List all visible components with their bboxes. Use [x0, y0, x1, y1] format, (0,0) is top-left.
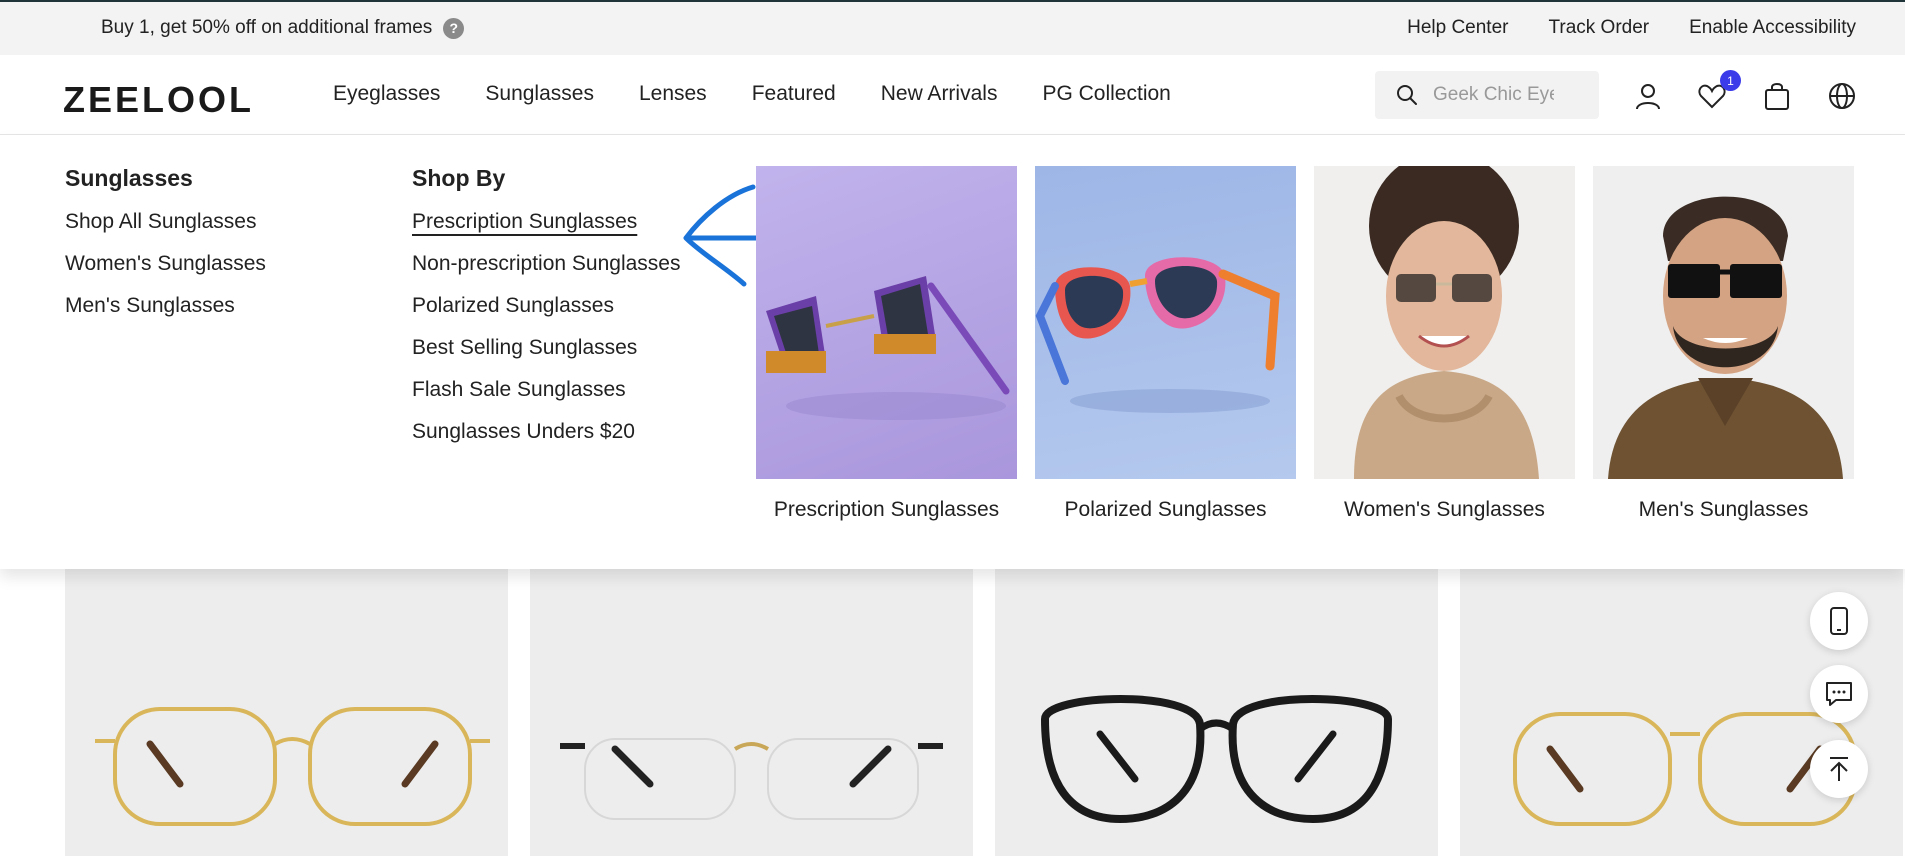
nav-sunglasses[interactable]: Sunglasses	[485, 82, 594, 106]
nav-featured[interactable]: Featured	[752, 82, 836, 106]
search-box[interactable]	[1375, 71, 1599, 119]
prescription-sunglasses-image	[756, 166, 1017, 479]
feature-card-women[interactable]: Women's Sunglasses	[1314, 166, 1575, 522]
feature-card-men[interactable]: Men's Sunglasses	[1593, 166, 1854, 522]
globe-icon	[1829, 83, 1855, 109]
menu-column-sunglasses: Sunglasses Shop All Sunglasses Women's S…	[65, 165, 266, 336]
menu-item-non-prescription-sunglasses[interactable]: Non-prescription Sunglasses	[412, 252, 680, 276]
menu-item-prescription-sunglasses[interactable]: Prescription Sunglasses	[412, 210, 680, 234]
search-icon	[1397, 85, 1417, 105]
product-grid	[65, 569, 1903, 856]
nav-new-arrivals[interactable]: New Arrivals	[881, 82, 998, 106]
product-card[interactable]	[65, 569, 508, 856]
account-button[interactable]	[1633, 81, 1663, 111]
menu-item-shop-all-sunglasses[interactable]: Shop All Sunglasses	[65, 210, 266, 234]
user-icon	[1636, 84, 1660, 110]
nav-eyeglasses[interactable]: Eyeglasses	[333, 82, 440, 106]
track-order-link[interactable]: Track Order	[1548, 17, 1649, 39]
main-nav: Eyeglasses Sunglasses Lenses Featured Ne…	[333, 82, 1171, 106]
promo-bar: Buy 1, get 50% off on additional frames …	[0, 0, 1905, 55]
womens-sunglasses-image	[1314, 166, 1575, 479]
promo: Buy 1, get 50% off on additional frames …	[101, 17, 465, 39]
wishlist-count-badge: 1	[1720, 70, 1741, 91]
product-card[interactable]	[995, 569, 1438, 856]
nav-pg-collection[interactable]: PG Collection	[1042, 82, 1170, 106]
chat-button[interactable]	[1810, 665, 1868, 723]
feature-card-caption: Polarized Sunglasses	[1064, 498, 1267, 521]
menu-column-shop-by: Shop By Prescription Sunglasses Non-pres…	[412, 165, 680, 462]
mens-sunglasses-image	[1593, 166, 1854, 479]
feature-card-caption: Prescription Sunglasses	[773, 498, 1000, 521]
menu-item-flash-sale-sunglasses[interactable]: Flash Sale Sunglasses	[412, 378, 680, 402]
product-card[interactable]	[530, 569, 973, 856]
feature-card-caption: Men's Sunglasses	[1638, 498, 1809, 521]
chat-icon	[1826, 682, 1852, 706]
bag-icon	[1765, 83, 1789, 110]
menu-item-best-selling-sunglasses[interactable]: Best Selling Sunglasses	[412, 336, 680, 360]
feature-card-prescription[interactable]: Prescription Sunglasses	[756, 166, 1017, 522]
menu-column-title: Shop By	[412, 165, 506, 191]
back-to-top-button[interactable]	[1810, 740, 1868, 798]
sunglasses-mega-menu: Sunglasses Shop All Sunglasses Women's S…	[0, 135, 1905, 569]
enable-accessibility-link[interactable]: Enable Accessibility	[1689, 17, 1856, 39]
black-frame-glasses-image	[1040, 695, 1393, 824]
feature-card-caption: Women's Sunglasses	[1344, 498, 1545, 521]
menu-item-womens-sunglasses[interactable]: Women's Sunglasses	[65, 252, 266, 276]
polarized-sunglasses-image	[1035, 166, 1296, 479]
logo[interactable]: ZEELOOL	[63, 79, 254, 121]
search-input[interactable]	[1431, 83, 1556, 107]
menu-column-title: Sunglasses	[65, 165, 193, 191]
wishlist-button[interactable]: 1	[1697, 70, 1741, 111]
phone-icon	[1830, 607, 1848, 635]
app-download-button[interactable]	[1810, 592, 1868, 650]
menu-feature-cards: Prescription Sunglasses Polarized Sungla…	[756, 166, 1854, 522]
help-icon[interactable]: ?	[443, 17, 465, 39]
feature-card-polarized[interactable]: Polarized Sunglasses	[1035, 166, 1296, 522]
back-to-top-icon	[1830, 757, 1848, 781]
nav-lenses[interactable]: Lenses	[639, 82, 707, 106]
rimless-glasses-image	[560, 738, 943, 820]
menu-item-polarized-sunglasses[interactable]: Polarized Sunglasses	[412, 294, 680, 318]
promo-text: Buy 1, get 50% off on additional frames	[101, 17, 433, 38]
cart-button[interactable]	[1762, 81, 1792, 111]
gold-frame-glasses-image	[95, 707, 490, 826]
site-header: ZEELOOL Eyeglasses Sunglasses Lenses Fea…	[0, 55, 1905, 135]
menu-item-sunglasses-under-20[interactable]: Sunglasses Unders $20	[412, 420, 680, 444]
menu-item-mens-sunglasses[interactable]: Men's Sunglasses	[65, 294, 266, 318]
help-center-link[interactable]: Help Center	[1407, 17, 1508, 39]
top-links: Help Center Track Order Enable Accessibi…	[1407, 17, 1856, 39]
language-button[interactable]	[1827, 81, 1857, 111]
